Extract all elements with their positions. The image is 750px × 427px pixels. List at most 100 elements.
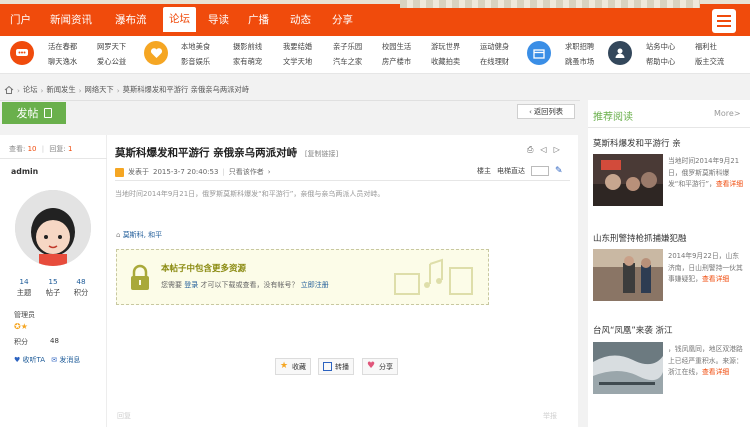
home-icon[interactable] — [4, 85, 14, 95]
views-label: 查看: — [9, 145, 26, 153]
sublink-qinzi[interactable]: 亲子乐园 — [333, 42, 362, 52]
avatar[interactable] — [15, 190, 91, 266]
print-icon[interactable]: ⎙ — [527, 145, 533, 155]
sublink-bangzhu[interactable]: 帮助中心 — [646, 57, 675, 67]
sublink-licai[interactable]: 在线理财 — [480, 57, 509, 67]
nav-item-guide[interactable]: 导读 — [208, 12, 229, 27]
report-link[interactable]: 举报 — [543, 411, 557, 421]
author-posts-label: 帖子 — [45, 288, 61, 297]
news-thumbnail[interactable] — [593, 154, 663, 206]
repost-icon — [323, 362, 332, 371]
recommend-title[interactable]: 台风“凤凰”来袭 浙江 — [593, 324, 673, 336]
author-posts-count: 15 — [48, 277, 58, 286]
recommended-sidebar: 推荐阅读 More> 莫斯科爆发和平游行 亲 当地时间2014年9月21日，俄罗… — [588, 100, 750, 427]
author-posts[interactable]: 15 帖子 — [38, 277, 68, 298]
locked-content-box: 本帖子中包含更多资源 您需要 登录 才可以下载或查看，没有帐号？ 立即注册 — [116, 249, 489, 305]
pen-icon[interactable]: ✎ — [555, 166, 563, 176]
repost-button[interactable]: 转播 — [318, 358, 354, 375]
sublink-aixin[interactable]: 爱心公益 — [97, 57, 126, 67]
read-more-link[interactable]: 查看详细 — [702, 275, 729, 283]
recommend-title[interactable]: 莫斯科爆发和平游行 亲 — [593, 137, 681, 149]
sublink-sheying[interactable]: 摄影前线 — [233, 42, 262, 52]
floor-jump-input[interactable] — [531, 166, 549, 176]
new-post-button[interactable]: 发帖 — [2, 102, 66, 124]
nav-item-forum[interactable]: 论坛 — [163, 7, 196, 32]
news-thumbnail[interactable] — [593, 249, 663, 301]
post-meta: 发表于 2015-3-7 20:40:53 | 只看该作者 › — [115, 167, 271, 177]
register-link[interactable]: 立即注册 — [301, 281, 329, 289]
sidebar-more-link[interactable]: More> — [714, 109, 741, 118]
thread-stats: 查看: 10 | 回复: 1 — [9, 145, 73, 153]
breadcrumb-separator: › — [40, 85, 44, 95]
read-more-link[interactable]: 查看详细 — [702, 368, 729, 376]
breadcrumb-board[interactable]: 网络天下 — [85, 85, 114, 95]
breadcrumb-news[interactable]: 新闻发生 — [46, 85, 75, 95]
locked-mid: 才可以下载或查看，没有帐号？ — [200, 281, 299, 289]
message-link[interactable]: 发消息 — [59, 356, 80, 364]
nav-item-share[interactable]: 分享 — [332, 12, 353, 27]
sublink-xiaoyuan[interactable]: 校园生活 — [382, 42, 411, 52]
sublink-banzhu[interactable]: 版主交流 — [695, 57, 724, 67]
back-to-list-button[interactable]: ‹ 返回列表 — [517, 104, 575, 119]
read-more-link[interactable]: 查看详细 — [716, 180, 743, 188]
sublink-yundong[interactable]: 运动健身 — [480, 42, 509, 52]
repost-label: 转播 — [335, 362, 349, 371]
back-to-list-label: 返回列表 — [533, 106, 564, 116]
meta-separator: | — [222, 168, 225, 176]
sublink-meishi[interactable]: 本地美食 — [181, 42, 210, 52]
author-points[interactable]: 48 积分 — [66, 277, 96, 298]
recommend-title[interactable]: 山东刑警持枪抓捕嫌犯融 — [593, 232, 687, 244]
author-name[interactable]: admin — [11, 167, 38, 176]
divider — [588, 127, 750, 128]
posted-prefix: 发表于 — [128, 168, 149, 176]
nav-item-activity[interactable]: 动态 — [290, 12, 311, 27]
views-count: 10 — [27, 145, 37, 153]
sublink-mengchong[interactable]: 家有萌宠 — [233, 57, 262, 67]
star-icon: ★ — [280, 361, 289, 371]
recommend-summary: 当地时间2014年9月21日，俄罗斯莫斯科爆发“和平游行”，查看详细 — [668, 156, 743, 191]
sublink-huozai[interactable]: 活在春都 — [48, 42, 77, 52]
sublink-jiehun[interactable]: 我要结婚 — [283, 42, 312, 52]
nav-item-broadcast[interactable]: 广播 — [248, 12, 269, 27]
prev-thread-icon[interactable]: ◁ — [540, 145, 546, 155]
author-credit: 积分 48 — [14, 337, 74, 347]
sublink-zhanwu[interactable]: 站务中心 — [646, 42, 675, 52]
nav-item-news[interactable]: 新闻资讯 — [50, 12, 92, 27]
menu-icon[interactable] — [712, 9, 736, 33]
author-topics-label: 主题 — [16, 288, 32, 297]
sublink-qiche[interactable]: 汽车之家 — [333, 57, 362, 67]
news-thumbnail[interactable] — [593, 342, 663, 394]
sublink-shoucang[interactable]: 收藏拍卖 — [431, 57, 460, 67]
sublink-liaotian[interactable]: 聊天逸水 — [48, 57, 77, 67]
sublink-qiuzhi[interactable]: 求职招聘 — [565, 42, 594, 52]
breadcrumb-thread[interactable]: 莫斯科爆发和平游行 亲俄亲乌两派对峙 — [123, 85, 249, 95]
tag-peace[interactable]: 和平 — [148, 231, 162, 239]
sublink-wenxue[interactable]: 文学天地 — [283, 57, 312, 67]
author-points-count: 48 — [76, 277, 86, 286]
sublink-wangluo[interactable]: 网罗天下 — [97, 42, 126, 52]
credit-value: 48 — [50, 337, 59, 345]
sublink-fulishe[interactable]: 福利社 — [695, 42, 717, 52]
next-thread-icon[interactable]: ▷ — [554, 145, 560, 155]
author-only-link[interactable]: 只看该作者 — [229, 167, 264, 177]
login-link[interactable]: 登录 — [184, 281, 198, 289]
user-badge-icon — [115, 167, 124, 177]
sublink-tiaozao[interactable]: 跳蚤市场 — [565, 57, 594, 67]
replies-label: 回复: — [49, 145, 66, 153]
author-topics[interactable]: 14 主题 — [9, 277, 39, 298]
share-button[interactable]: ♥ 分享 — [362, 358, 398, 375]
reply-link[interactable]: 回复 — [117, 411, 131, 421]
sublink-youwan[interactable]: 游玩世界 — [431, 42, 460, 52]
sublink-fangchan[interactable]: 房产楼市 — [382, 57, 411, 67]
breadcrumb: › 论坛 › 新闻发生 › 网络天下 › 莫斯科爆发和平游行 亲俄亲乌两派对峙 — [4, 84, 564, 96]
favorite-button[interactable]: ★ 收藏 — [275, 358, 311, 375]
tag-moscow[interactable]: 莫斯科 — [123, 231, 144, 239]
forum-category-bar: 活在春都 聊天逸水 网罗天下 爱心公益 本地美食 影音娱乐 摄影前线 家有萌宠 … — [0, 36, 750, 74]
posted-time: 2015-3-7 20:40:53 — [153, 168, 219, 176]
sublink-yingyin[interactable]: 影音娱乐 — [181, 57, 210, 67]
follow-link[interactable]: 收听TA — [23, 356, 46, 364]
copy-link-button[interactable]: [复制链接] — [305, 150, 338, 158]
nav-item-waterfall[interactable]: 瀑布流 — [115, 12, 147, 27]
nav-item-portal[interactable]: 门户 — [10, 12, 31, 27]
breadcrumb-forum[interactable]: 论坛 — [23, 85, 38, 95]
